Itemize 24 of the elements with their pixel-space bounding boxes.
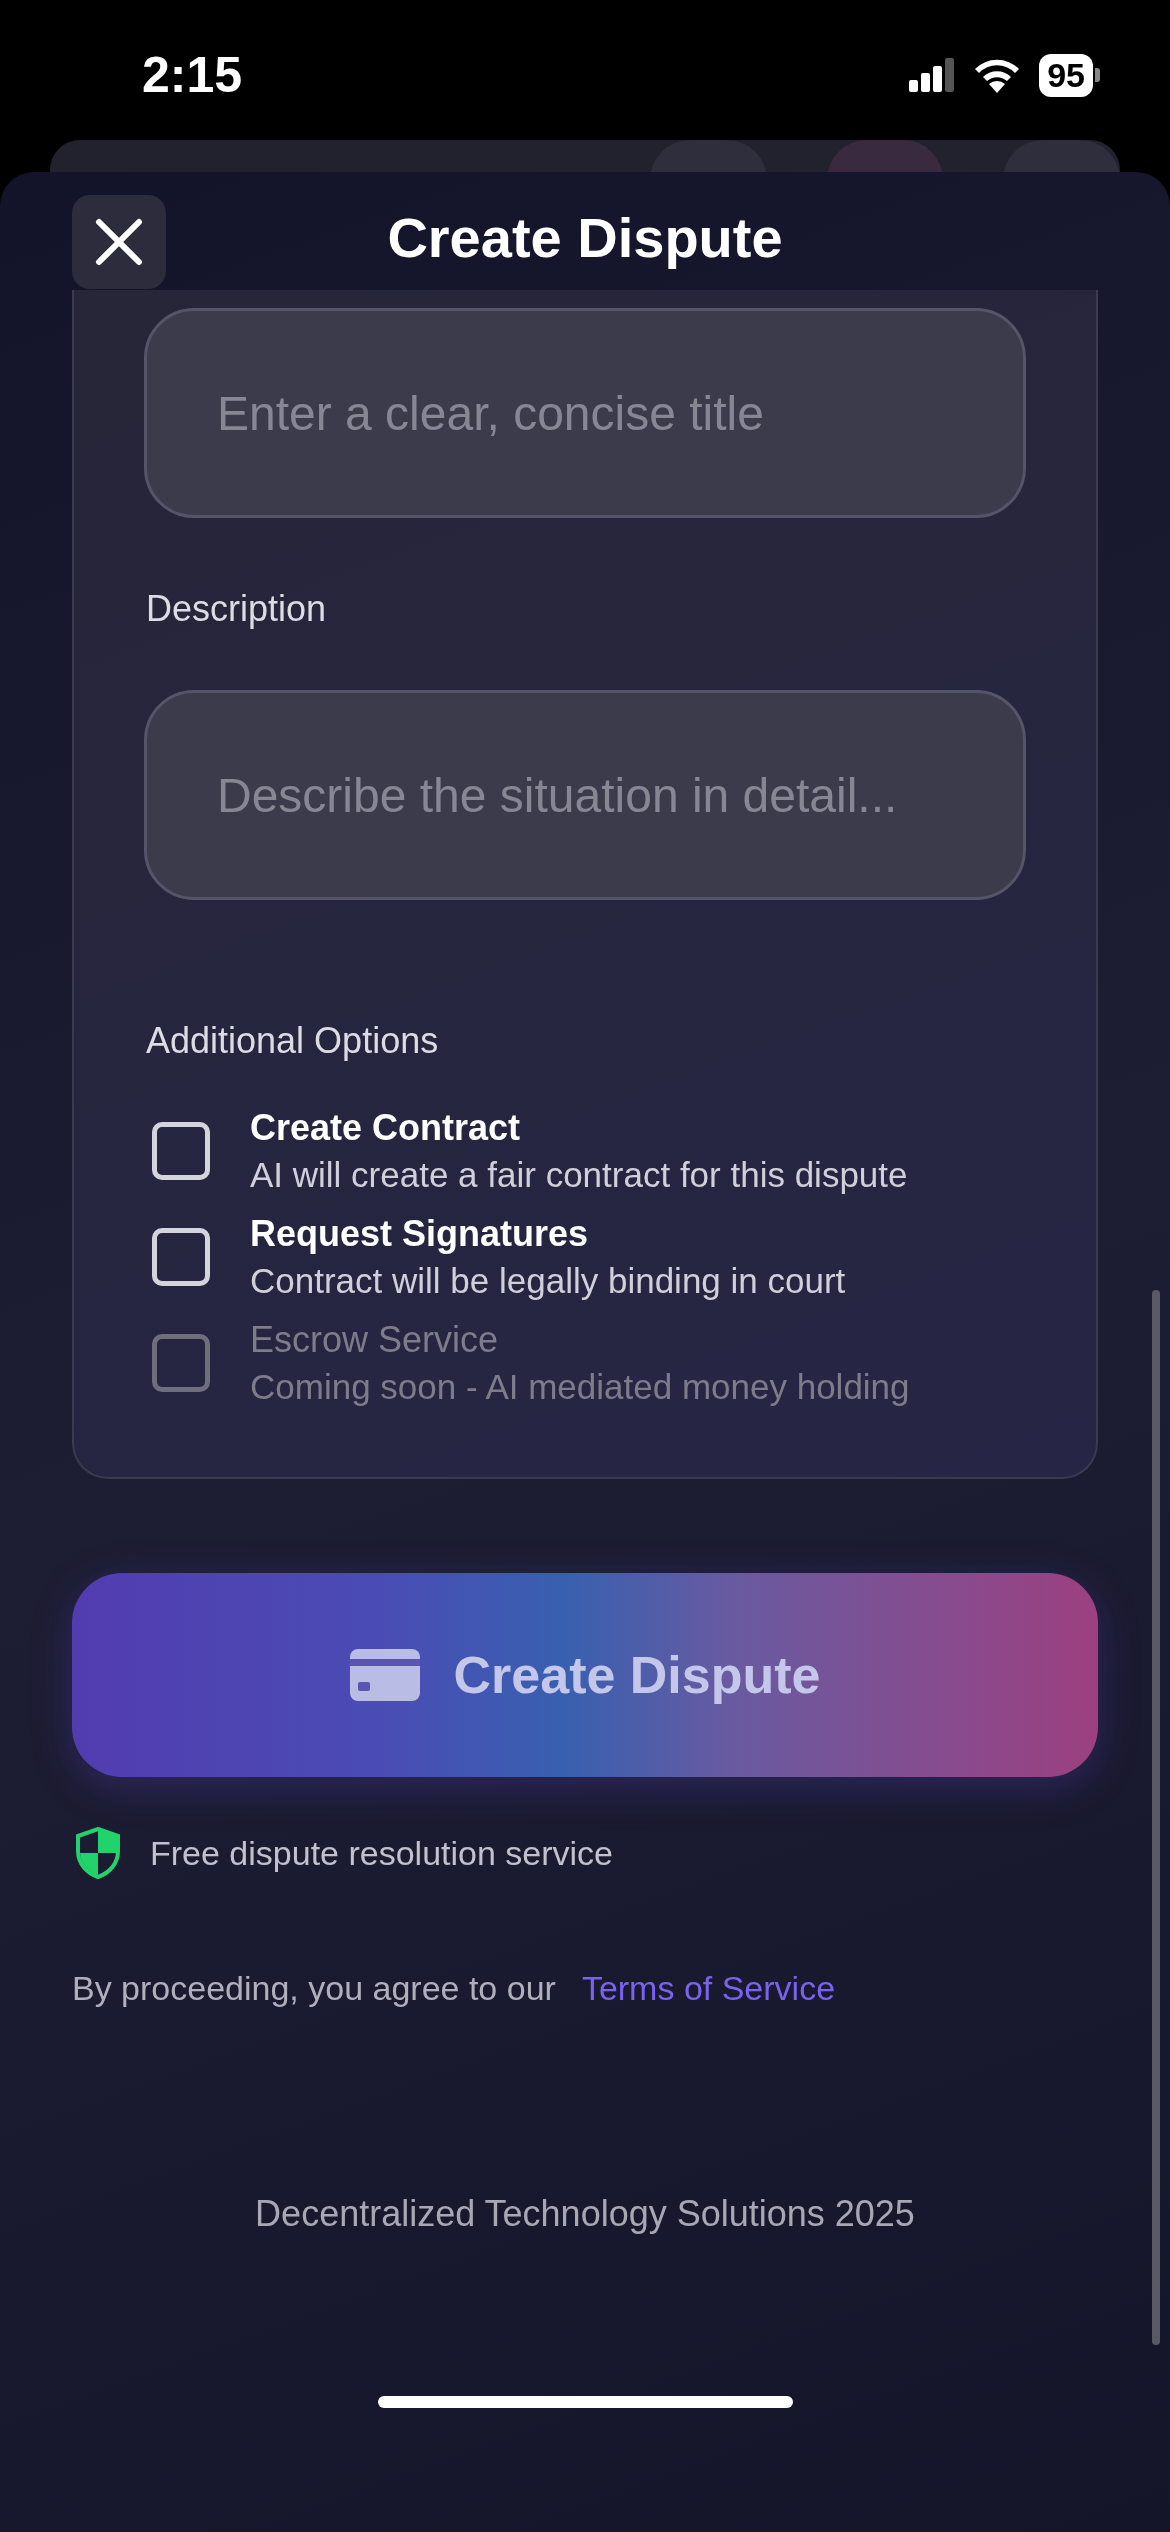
option-description: AI will create a fair contract for this dispute: [250, 1155, 908, 1195]
shield-icon: [76, 1827, 120, 1879]
option-title: Request Signatures: [250, 1213, 590, 1255]
wifi-icon: [973, 57, 1022, 93]
status-time: 2:15: [142, 46, 243, 104]
title-field[interactable]: Enter a clear, concise title: [144, 308, 1026, 518]
footer-text: Decentralized Technology Solutions 2025: [255, 2193, 915, 2235]
card-icon: [349, 1649, 420, 1701]
section-label: Additional Options: [146, 1020, 440, 1062]
create-dispute-button[interactable]: Create Dispute: [72, 1573, 1098, 1777]
option-description: Coming soon - AI mediated money holding: [250, 1367, 910, 1407]
terms-link[interactable]: Terms of Service: [581, 1969, 836, 2008]
note-text: Free dispute resolution service: [150, 1833, 613, 1873]
close-icon: [94, 217, 144, 267]
signal-icon: [909, 58, 956, 92]
close-button[interactable]: [72, 195, 166, 289]
field-label: Description: [146, 588, 328, 630]
sheet-title: Create Dispute: [387, 204, 783, 270]
scrollbar[interactable]: [1152, 1290, 1160, 2345]
terms-text: By proceeding, you agree to our: [72, 1969, 556, 2008]
option-title: Escrow Service: [250, 1319, 500, 1361]
option-description: Contract will be legally binding in court: [250, 1261, 846, 1301]
option-title: Create Contract: [250, 1107, 522, 1149]
description-field[interactable]: Describe the situation in detail...: [144, 690, 1026, 900]
